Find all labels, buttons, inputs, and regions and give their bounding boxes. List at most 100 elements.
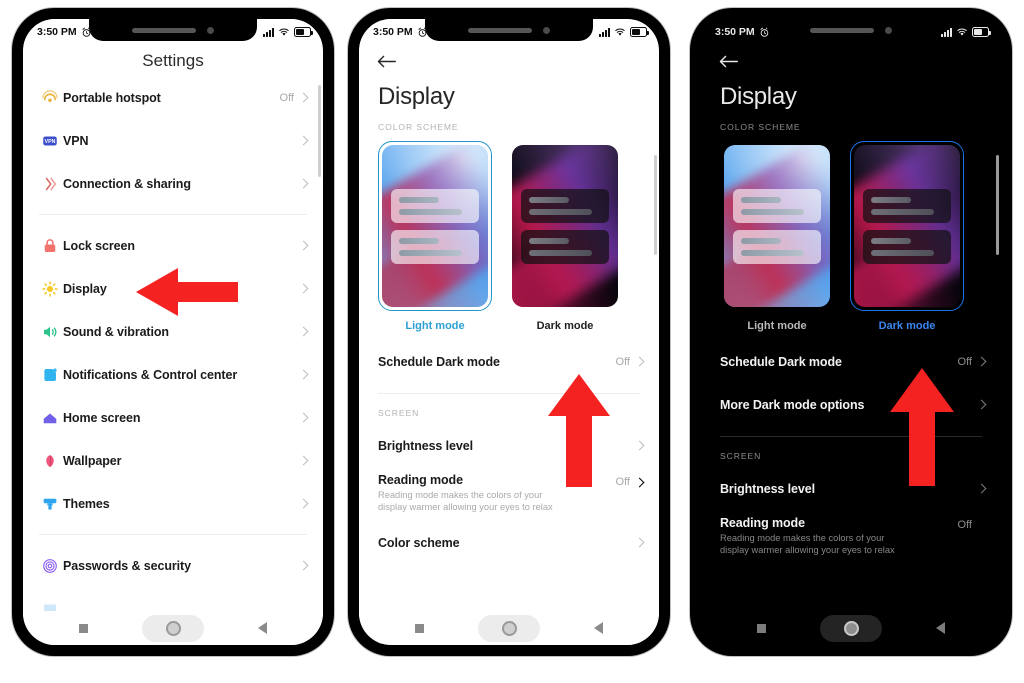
status-bar-left: 3:50 PM bbox=[373, 26, 428, 38]
brightness-sun-icon bbox=[37, 280, 63, 298]
row-more-dark-mode-options[interactable]: More Dark mode options bbox=[701, 383, 1001, 426]
row-value: Off bbox=[957, 355, 972, 368]
settings-row-lock-screen[interactable]: Lock screen bbox=[23, 224, 323, 267]
phone-2-screen: 3:50 PM Display COLOR SCHEME Light mode … bbox=[359, 19, 659, 645]
row-schedule-dark-mode[interactable]: Schedule Dark mode Off bbox=[701, 340, 1001, 383]
scheme-light-mode[interactable]: Light mode bbox=[720, 141, 834, 332]
back-button[interactable] bbox=[701, 45, 1001, 69]
battery-icon bbox=[294, 27, 313, 37]
status-time: 3:50 PM bbox=[715, 26, 755, 38]
display-settings-list[interactable]: Display COLOR SCHEME Light mode Dark mod… bbox=[701, 45, 1001, 645]
themes-brush-icon bbox=[37, 495, 63, 513]
chevron-right-icon bbox=[298, 369, 309, 380]
row-label: Connection & sharing bbox=[63, 176, 191, 191]
settings-row-notifications[interactable]: Notifications & Control center bbox=[23, 353, 323, 396]
scrollbar[interactable] bbox=[654, 155, 657, 255]
section-color-scheme: COLOR SCHEME bbox=[720, 122, 801, 132]
chevron-right-icon bbox=[634, 537, 645, 548]
light-mode-thumbnail[interactable] bbox=[720, 141, 834, 311]
back-triangle-icon[interactable] bbox=[594, 622, 603, 634]
page-title: Display bbox=[720, 83, 797, 110]
row-label: Sound & vibration bbox=[63, 324, 169, 339]
scheme-label: Dark mode bbox=[536, 320, 594, 332]
preview-card bbox=[863, 188, 951, 223]
light-mode-thumbnail[interactable] bbox=[378, 141, 492, 311]
chevron-right-icon bbox=[298, 560, 309, 571]
dark-mode-thumbnail[interactable] bbox=[850, 141, 964, 311]
status-time: 3:50 PM bbox=[37, 26, 77, 38]
row-text: Reading mode Reading mode makes the colo… bbox=[720, 516, 958, 556]
wallpaper-flower-icon bbox=[37, 452, 63, 470]
dark-mode-thumbnail[interactable] bbox=[508, 141, 622, 311]
color-scheme-picker: Light mode Dark mode bbox=[359, 132, 659, 332]
recents-square-icon[interactable] bbox=[757, 623, 766, 633]
back-triangle-icon[interactable] bbox=[258, 622, 267, 634]
scheme-dark-mode[interactable]: Dark mode bbox=[850, 141, 964, 332]
row-color-scheme[interactable]: Color scheme bbox=[359, 521, 659, 564]
annotation-arrow-dark-mode-2 bbox=[548, 374, 610, 487]
wifi-icon bbox=[279, 28, 289, 36]
settings-row-passwords-security[interactable]: Passwords & security bbox=[23, 544, 323, 587]
row-label: Themes bbox=[63, 496, 110, 511]
row-reading-mode[interactable]: Reading mode Reading mode makes the colo… bbox=[701, 516, 1001, 556]
speaker-icon bbox=[37, 323, 63, 341]
vpn-icon: VPN bbox=[37, 132, 63, 150]
light-wallpaper-preview bbox=[382, 145, 488, 307]
scheme-label: Light mode bbox=[747, 320, 807, 332]
row-label: Color scheme bbox=[378, 535, 460, 550]
section-color-scheme: COLOR SCHEME bbox=[378, 122, 459, 132]
connection-sharing-icon bbox=[37, 175, 63, 193]
settings-row-connection-sharing[interactable]: Connection & sharing bbox=[23, 162, 323, 205]
signal-bars-icon bbox=[263, 27, 274, 37]
row-value: Off bbox=[615, 476, 630, 488]
display-settings-list[interactable]: Display COLOR SCHEME Light mode Dark mod… bbox=[359, 45, 659, 645]
back-triangle-icon[interactable] bbox=[936, 622, 945, 634]
settings-row-vpn[interactable]: VPN VPN bbox=[23, 119, 323, 162]
scrollbar[interactable] bbox=[996, 155, 999, 255]
settings-row-wallpaper[interactable]: Wallpaper bbox=[23, 439, 323, 482]
row-schedule-dark-mode[interactable]: Schedule Dark mode Off bbox=[359, 340, 659, 383]
wifi-icon bbox=[615, 28, 625, 36]
scheme-light-mode[interactable]: Light mode bbox=[378, 141, 492, 332]
phone-3-screen: 3:50 PM Display COLOR SCHEME Light mode … bbox=[701, 19, 1001, 645]
recents-square-icon[interactable] bbox=[415, 623, 424, 633]
preview-cards bbox=[854, 145, 960, 307]
settings-row-themes[interactable]: Themes bbox=[23, 482, 323, 525]
signal-bars-icon bbox=[941, 27, 952, 37]
row-label: Schedule Dark mode bbox=[378, 354, 500, 369]
home-circle-icon[interactable] bbox=[820, 614, 882, 642]
recents-square-icon[interactable] bbox=[79, 623, 88, 633]
scheme-dark-mode[interactable]: Dark mode bbox=[508, 141, 622, 332]
row-sublabel: Reading mode makes the colors of your di… bbox=[378, 490, 553, 512]
scrollbar[interactable] bbox=[318, 85, 321, 177]
row-brightness-level[interactable]: Brightness level bbox=[359, 424, 659, 467]
signal-bars-icon bbox=[599, 27, 610, 37]
chevron-right-icon bbox=[298, 178, 309, 189]
nav-bar bbox=[359, 611, 659, 645]
front-camera bbox=[206, 26, 214, 34]
home-circle-icon[interactable] bbox=[142, 614, 204, 642]
chevron-right-icon bbox=[298, 240, 309, 251]
page-title: Display bbox=[378, 83, 455, 110]
row-reading-mode[interactable]: Reading mode Reading mode makes the colo… bbox=[359, 473, 659, 513]
settings-row-home-screen[interactable]: Home screen bbox=[23, 396, 323, 439]
front-camera bbox=[884, 26, 892, 34]
chevron-right-icon bbox=[976, 520, 987, 530]
settings-list[interactable]: Settings Portable hotspot Off VPN VPN Co… bbox=[23, 45, 323, 645]
phone-3-content: Display COLOR SCHEME Light mode Dark mod… bbox=[701, 45, 1001, 645]
row-brightness-level[interactable]: Brightness level bbox=[701, 467, 1001, 510]
settings-row-portable-hotspot[interactable]: Portable hotspot Off bbox=[23, 76, 323, 119]
back-arrow-icon bbox=[719, 55, 738, 68]
chevron-right-icon bbox=[298, 92, 309, 103]
divider bbox=[39, 214, 307, 215]
notch bbox=[425, 19, 593, 41]
row-label: Passwords & security bbox=[63, 558, 191, 573]
back-button[interactable] bbox=[359, 45, 659, 69]
speaker-grill bbox=[132, 27, 196, 33]
row-side: Off bbox=[615, 473, 645, 488]
scheme-label: Dark mode bbox=[878, 320, 936, 332]
preview-card bbox=[733, 188, 821, 223]
home-circle-icon[interactable] bbox=[478, 614, 540, 642]
settings-row-sound-vibration[interactable]: Sound & vibration bbox=[23, 310, 323, 353]
status-time: 3:50 PM bbox=[373, 26, 413, 38]
